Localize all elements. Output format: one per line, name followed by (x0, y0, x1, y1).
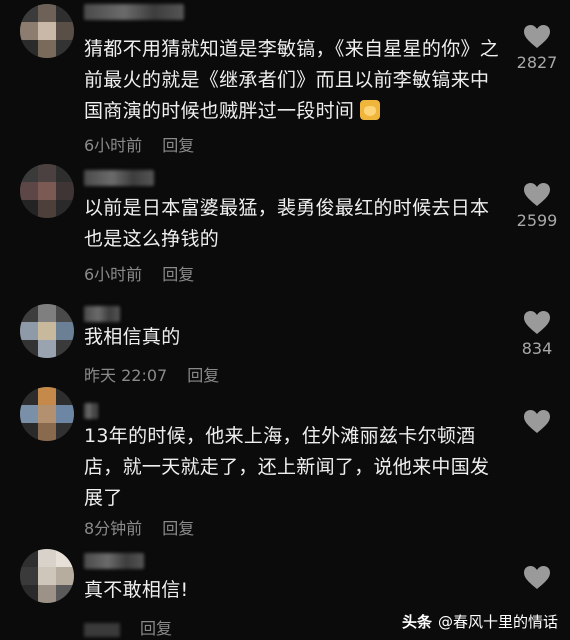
username[interactable] (84, 170, 154, 186)
heart-icon (524, 410, 550, 433)
cat-emoji-icon (360, 100, 381, 120)
timestamp (84, 622, 120, 637)
comment-text: 13年的时候，他来上海，住外滩丽兹卡尔顿酒店，就一天就走了，还上新闻了，说他来中… (84, 425, 490, 509)
username[interactable] (84, 306, 120, 322)
username[interactable] (84, 553, 144, 569)
reply-button[interactable]: 回复 (140, 619, 172, 638)
timestamp: 6小时前 (84, 136, 143, 155)
username[interactable] (84, 4, 184, 20)
comment-text: 以前是日本富婆最猛，裴勇俊最红的时候去日本也是这么挣钱的 (84, 197, 490, 250)
comment-meta: 昨天 22:07 回复 (84, 362, 219, 386)
reply-button[interactable]: 回复 (162, 519, 194, 538)
heart-icon (524, 311, 550, 334)
comment-text: 猜都不用猜就知道是李敏镐，《来自星星的你》之前最火的就是《继承者们》而且以前李敏… (84, 38, 500, 122)
username[interactable] (84, 403, 98, 419)
reply-button[interactable]: 回复 (162, 265, 194, 284)
comment-text: 真不敢相信! (84, 579, 189, 601)
watermark-account: @春风十里的情话 (437, 613, 558, 631)
watermark: 头条 @春风十里的情话 (402, 611, 558, 632)
heart-icon (524, 25, 550, 48)
comment-meta: 6小时前 回复 (84, 132, 194, 156)
reply-button[interactable]: 回复 (187, 366, 219, 385)
like-button[interactable]: 834 (510, 310, 564, 358)
comment-item: 猜都不用猜就知道是李敏镐，《来自星星的你》之前最火的就是《继承者们》而且以前李敏… (0, 0, 570, 160)
like-count: 834 (521, 339, 553, 358)
reply-button[interactable]: 回复 (162, 136, 194, 155)
watermark-brand: 头条 (401, 613, 432, 631)
like-button[interactable]: 2827 (510, 24, 564, 72)
comment-meta: 8分钟前 回复 (84, 515, 194, 539)
like-button[interactable]: 2599 (510, 182, 564, 230)
comment-text: 我相信真的 (84, 326, 181, 348)
heart-icon (524, 183, 550, 206)
avatar[interactable] (20, 164, 74, 218)
avatar[interactable] (20, 549, 74, 603)
like-button[interactable] (510, 409, 564, 438)
heart-icon (524, 566, 550, 589)
like-button[interactable] (510, 565, 564, 594)
comment-meta: 回复 (84, 615, 172, 639)
timestamp: 8分钟前 (84, 519, 143, 538)
like-count: 2599 (516, 211, 558, 230)
avatar[interactable] (20, 304, 74, 358)
avatar[interactable] (20, 4, 74, 58)
avatar[interactable] (20, 387, 74, 441)
comment-item: 我相信真的 昨天 22:07 回复 834 (0, 300, 570, 390)
comment-item: 13年的时候，他来上海，住外滩丽兹卡尔顿酒店，就一天就走了，还上新闻了，说他来中… (0, 385, 570, 545)
comment-meta: 6小时前 回复 (84, 261, 194, 285)
like-count: 2827 (516, 53, 558, 72)
timestamp: 6小时前 (84, 265, 143, 284)
comment-item: 以前是日本富婆最猛，裴勇俊最红的时候去日本也是这么挣钱的 6小时前 回复 2599 (0, 160, 570, 290)
timestamp: 昨天 22:07 (84, 366, 168, 385)
